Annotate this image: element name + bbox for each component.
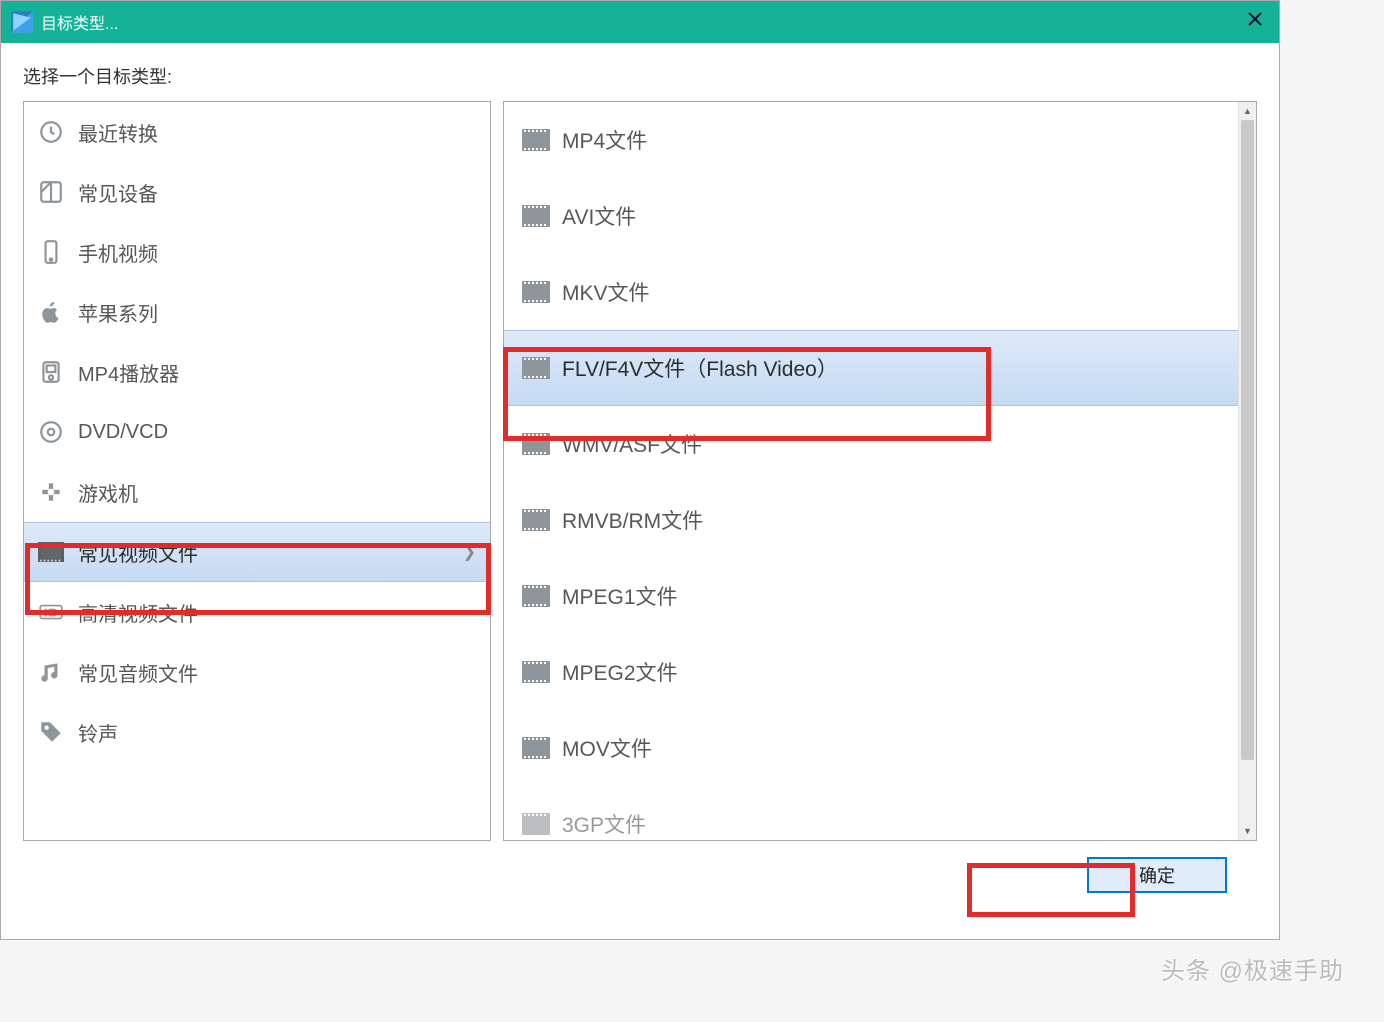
file-label: AVI文件 xyxy=(562,201,636,231)
player-icon xyxy=(38,359,64,385)
dialog-window: 目标类型... 选择一个目标类型: 最近转换 常见设备 xyxy=(0,0,1280,940)
close-button[interactable] xyxy=(1239,5,1271,35)
scroll-thumb[interactable] xyxy=(1241,120,1254,760)
film-icon xyxy=(522,205,550,227)
apple-icon xyxy=(38,299,64,325)
category-common-video[interactable]: 常见视频文件 ❯ xyxy=(24,522,490,582)
file-label: WMV/ASF文件 xyxy=(562,429,702,459)
scroll-up-icon[interactable]: ▲ xyxy=(1239,102,1256,120)
footer: 确定 xyxy=(23,841,1257,893)
file-mkv[interactable]: MKV文件 xyxy=(504,254,1256,330)
category-hd[interactable]: HD 高清视频文件 xyxy=(24,582,490,642)
category-label: 最近转换 xyxy=(78,118,158,147)
prompt-label: 选择一个目标类型: xyxy=(23,63,1257,89)
file-label: MOV文件 xyxy=(562,733,652,763)
film-icon xyxy=(522,281,550,303)
film-icon xyxy=(522,509,550,531)
category-ringtone[interactable]: 铃声 xyxy=(24,702,490,762)
film-icon xyxy=(522,737,550,759)
file-wmv[interactable]: WMV/ASF文件 xyxy=(504,406,1256,482)
file-label: MPEG1文件 xyxy=(562,581,678,611)
category-apple[interactable]: 苹果系列 xyxy=(24,282,490,342)
category-audio[interactable]: 常见音频文件 xyxy=(24,642,490,702)
file-avi[interactable]: AVI文件 xyxy=(504,178,1256,254)
category-dvd[interactable]: DVD/VCD xyxy=(24,402,490,462)
file-mp4[interactable]: MP4文件 xyxy=(504,102,1256,178)
category-label: 常见音频文件 xyxy=(78,658,198,687)
scroll-down-icon[interactable]: ▼ xyxy=(1239,822,1256,840)
file-label: 3GP文件 xyxy=(562,809,646,839)
category-label: 高清视频文件 xyxy=(78,598,198,627)
file-mpeg1[interactable]: MPEG1文件 xyxy=(504,558,1256,634)
film-icon xyxy=(38,539,64,565)
file-label: MKV文件 xyxy=(562,277,650,307)
film-icon xyxy=(522,661,550,683)
music-icon xyxy=(38,659,64,685)
tag-icon xyxy=(38,719,64,745)
svg-text:HD: HD xyxy=(45,607,58,617)
file-label: MPEG2文件 xyxy=(562,657,678,687)
film-icon xyxy=(522,433,550,455)
film-icon xyxy=(522,813,550,835)
category-phone[interactable]: 手机视频 xyxy=(24,222,490,282)
category-mp4player[interactable]: MP4播放器 xyxy=(24,342,490,402)
panes: 最近转换 常见设备 手机视频 xyxy=(23,101,1257,841)
file-list: MP4文件 AVI文件 MKV文件 FLV/F4V文件（Flash Video） xyxy=(504,102,1256,840)
watermark: 头条 @极速手助 xyxy=(1161,951,1344,986)
file-3gp[interactable]: 3GP文件 xyxy=(504,786,1256,841)
file-mpeg2[interactable]: MPEG2文件 xyxy=(504,634,1256,710)
disc-icon xyxy=(38,419,64,445)
gamepad-icon xyxy=(38,479,64,505)
phone-icon xyxy=(38,239,64,265)
category-recent[interactable]: 最近转换 xyxy=(24,102,490,162)
devices-icon xyxy=(38,179,64,205)
category-label: DVD/VCD xyxy=(78,421,168,444)
file-label: FLV/F4V文件（Flash Video） xyxy=(562,353,838,383)
filetype-pane: MP4文件 AVI文件 MKV文件 FLV/F4V文件（Flash Video） xyxy=(503,101,1257,841)
category-label: 手机视频 xyxy=(78,238,158,267)
film-icon xyxy=(522,585,550,607)
category-label: MP4播放器 xyxy=(78,358,179,387)
file-mov[interactable]: MOV文件 xyxy=(504,710,1256,786)
title-bar: 目标类型... xyxy=(1,1,1279,43)
chevron-right-icon: ❯ xyxy=(463,542,476,562)
category-game[interactable]: 游戏机 xyxy=(24,462,490,522)
category-label: 常见设备 xyxy=(78,178,158,207)
window-title: 目标类型... xyxy=(41,10,118,34)
category-label: 铃声 xyxy=(78,718,118,747)
film-icon xyxy=(522,357,550,379)
film-icon xyxy=(522,129,550,151)
category-label: 常见视频文件 xyxy=(78,538,198,567)
ok-button[interactable]: 确定 xyxy=(1087,857,1227,893)
clock-icon xyxy=(38,119,64,145)
category-label: 苹果系列 xyxy=(78,298,158,327)
file-flv[interactable]: FLV/F4V文件（Flash Video） xyxy=(504,330,1256,406)
category-label: 游戏机 xyxy=(78,478,138,507)
category-devices[interactable]: 常见设备 xyxy=(24,162,490,222)
app-icon xyxy=(11,11,33,33)
content-area: 选择一个目标类型: 最近转换 常见设备 xyxy=(1,43,1279,905)
category-pane: 最近转换 常见设备 手机视频 xyxy=(23,101,491,841)
hd-icon: HD xyxy=(38,599,64,625)
file-label: MP4文件 xyxy=(562,125,647,155)
scrollbar[interactable]: ▲ ▼ xyxy=(1238,102,1256,840)
file-rmvb[interactable]: RMVB/RM文件 xyxy=(504,482,1256,558)
file-label: RMVB/RM文件 xyxy=(562,505,703,535)
